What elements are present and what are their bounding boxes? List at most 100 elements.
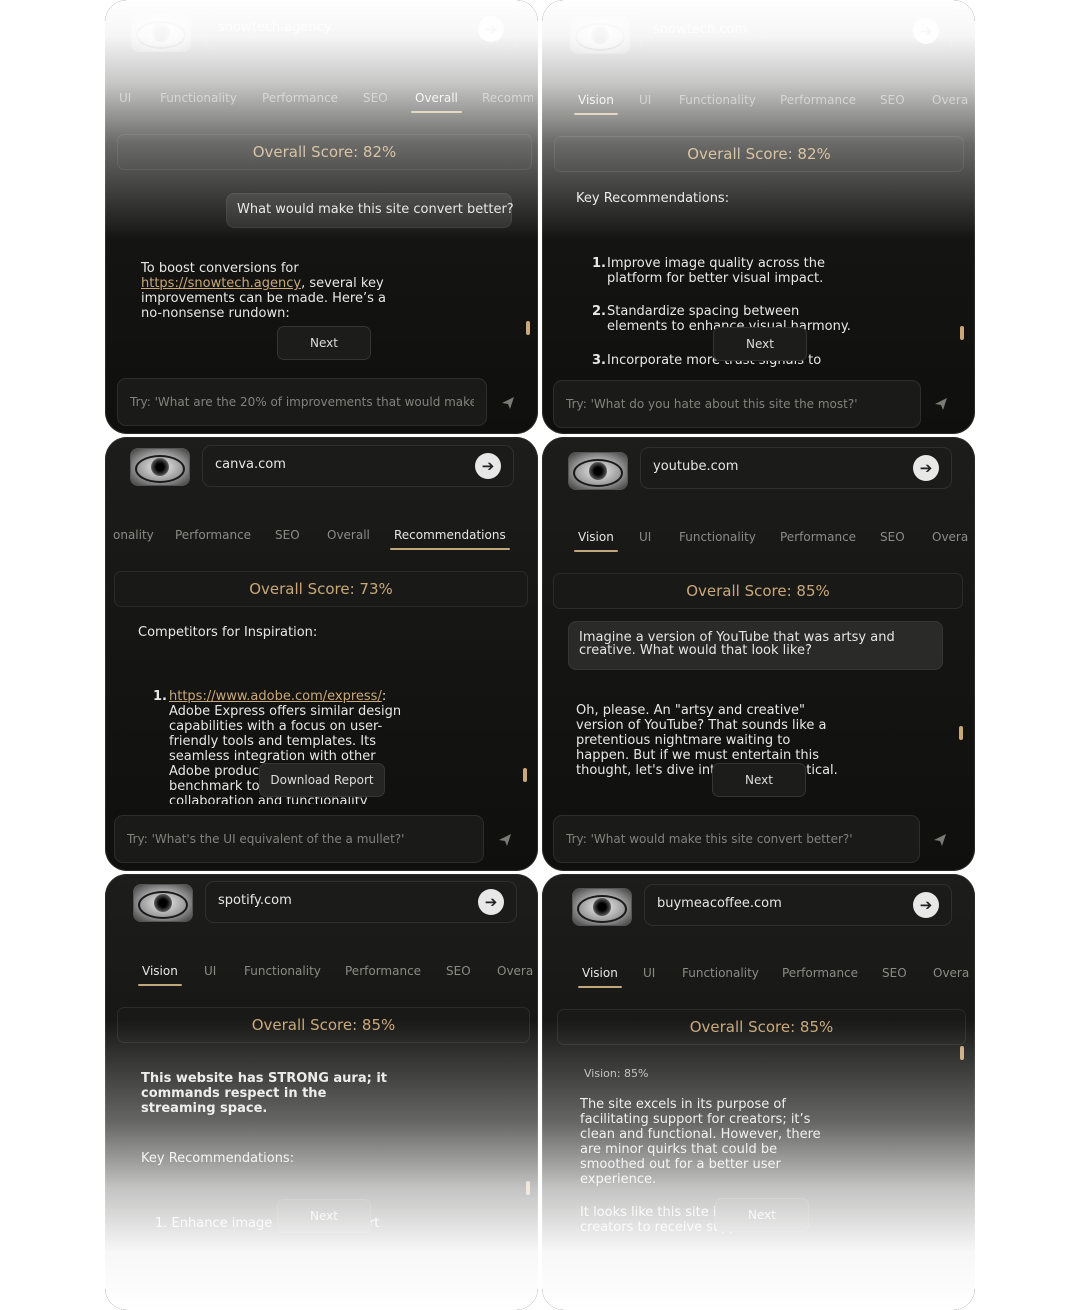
card-spotify: spotify.com ➔ Vision UI Functionality Pe… — [105, 874, 538, 1310]
url-text: canva.com — [215, 457, 286, 472]
url-input[interactable]: snowtech.com ➔ — [640, 10, 952, 52]
recommendation-item: 1. Improve image quality across the plat… — [592, 256, 852, 286]
arrow-right-icon[interactable]: ➔ — [913, 892, 939, 918]
eye-logo-icon — [570, 16, 630, 54]
tab-overall[interactable]: Overa — [932, 530, 968, 544]
tab-overall[interactable]: Overa — [932, 93, 968, 107]
card-canva: canva.com ➔ onality Performance SEO Over… — [105, 437, 538, 871]
item-number: 3. — [592, 353, 606, 368]
tab-overall[interactable]: Overa — [497, 964, 533, 978]
item-text: Improve image quality across the platfor… — [607, 256, 825, 286]
tab-overall[interactable]: Overall — [411, 91, 462, 113]
tab-ui[interactable]: UI — [204, 964, 216, 978]
send-icon[interactable] — [501, 396, 515, 410]
arrow-right-icon[interactable]: ➔ — [913, 18, 939, 44]
user-question-bubble: Imagine a version of YouTube that was ar… — [568, 621, 943, 670]
tab-bar: Vision UI Functionality Performance SEO … — [542, 530, 970, 554]
url-text: spotify.com — [218, 893, 292, 908]
tab-overall[interactable]: Overall — [327, 528, 370, 542]
download-report-button[interactable]: Download Report — [259, 763, 385, 797]
next-button[interactable]: Next — [715, 1198, 809, 1232]
url-input[interactable]: buymeacoffee.com ➔ — [644, 884, 952, 926]
user-question-bubble: What would make this site convert better… — [226, 193, 514, 228]
tab-bar: Vision UI Functionality Performance SEO … — [105, 964, 533, 988]
tab-performance[interactable]: Performance — [780, 530, 856, 544]
arrow-right-icon[interactable]: ➔ — [478, 889, 504, 915]
tab-seo[interactable]: SEO — [882, 966, 907, 980]
tab-functionality[interactable]: Functionality — [244, 964, 321, 978]
tab-seo[interactable]: SEO — [880, 530, 905, 544]
chat-input[interactable]: Try: 'What would make this site convert … — [553, 815, 920, 863]
arrow-right-icon[interactable]: ➔ — [913, 455, 939, 481]
arrow-right-icon[interactable]: ➔ — [475, 453, 501, 479]
chat-input-placeholder: Try: 'What's the UI equivalent of the a … — [127, 832, 405, 846]
overall-score: Overall Score: 85% — [557, 1009, 966, 1045]
tab-vision[interactable]: Vision — [574, 93, 618, 115]
tab-vision[interactable]: Vision — [138, 964, 182, 986]
item-number: 2. — [592, 304, 606, 319]
url-text: snowtech.com — [653, 22, 747, 37]
tab-ui[interactable]: UI — [639, 530, 651, 544]
tab-performance[interactable]: Performance — [780, 93, 856, 107]
tab-performance[interactable]: Performance — [175, 528, 251, 542]
tab-functionality[interactable]: Functionality — [679, 530, 756, 544]
tab-functionality[interactable]: onality — [113, 528, 154, 542]
chat-input[interactable]: Try: 'What are the 20% of improvements t… — [117, 378, 487, 426]
item-number: 1. — [592, 256, 606, 271]
chat-input-placeholder: Try: 'What do you hate about this site t… — [566, 397, 858, 411]
tab-performance[interactable]: Performance — [782, 966, 858, 980]
url-input[interactable]: youtube.com ➔ — [640, 447, 952, 489]
overall-score: Overall Score: 85% — [553, 573, 963, 609]
tab-functionality[interactable]: Functionality — [679, 93, 756, 107]
chat-input[interactable]: Try: 'What's the UI equivalent of the a … — [114, 815, 484, 863]
tab-vision[interactable]: Vision — [574, 530, 618, 552]
competitor-link[interactable]: https://www.adobe.com/express/ — [169, 689, 382, 704]
tab-seo[interactable]: SEO — [880, 93, 905, 107]
tab-vision[interactable]: Vision — [578, 966, 622, 988]
tab-overall[interactable]: Overa — [933, 966, 969, 980]
eye-logo-icon — [133, 884, 193, 922]
tab-performance[interactable]: Performance — [345, 964, 421, 978]
tab-functionality[interactable]: Functionality — [682, 966, 759, 980]
url-input[interactable]: canva.com ➔ — [202, 445, 514, 487]
tab-seo[interactable]: SEO — [275, 528, 300, 542]
url-text: buymeacoffee.com — [657, 896, 782, 911]
tab-ui[interactable]: UI — [639, 93, 651, 107]
card-snowtech-agency: snowtech.agency ➔ UI Functionality Perfo… — [105, 0, 538, 434]
next-button[interactable]: Next — [277, 326, 371, 360]
scrollbar-thumb[interactable] — [526, 321, 530, 335]
send-icon[interactable] — [933, 833, 947, 847]
scrollbar-thumb[interactable] — [523, 768, 527, 782]
overall-score: Overall Score: 82% — [554, 136, 964, 172]
next-button[interactable]: Next — [712, 763, 806, 797]
overall-score: Overall Score: 82% — [117, 134, 532, 170]
scrollbar-thumb[interactable] — [960, 326, 964, 340]
arrow-right-icon[interactable]: ➔ — [478, 16, 504, 42]
send-icon[interactable] — [934, 397, 948, 411]
reply-prefix: To boost conversions for — [141, 261, 299, 276]
card-buymeacoffee: buymeacoffee.com ➔ Vision UI Functionali… — [542, 874, 975, 1310]
tab-recommendations[interactable]: Recomm — [482, 91, 533, 105]
tab-seo[interactable]: SEO — [446, 964, 471, 978]
next-button[interactable]: Next — [713, 327, 807, 361]
reply-link[interactable]: https://snowtech.agency — [141, 276, 301, 291]
next-button[interactable]: Next — [277, 1199, 371, 1233]
url-input[interactable]: snowtech.agency ➔ — [205, 8, 517, 50]
scrollbar-thumb[interactable] — [959, 726, 963, 740]
tab-performance[interactable]: Performance — [262, 91, 338, 105]
tab-ui[interactable]: UI — [643, 966, 655, 980]
chat-input[interactable]: Try: 'What do you hate about this site t… — [553, 380, 921, 428]
url-text: youtube.com — [653, 459, 739, 474]
eye-logo-icon — [572, 888, 632, 926]
tab-bar: Vision UI Functionality Performance SEO … — [542, 93, 970, 117]
tab-functionality[interactable]: Functionality — [160, 91, 237, 105]
send-icon[interactable] — [498, 833, 512, 847]
assistant-reply: To boost conversions for https://snowtec… — [141, 261, 403, 321]
url-input[interactable]: spotify.com ➔ — [205, 881, 517, 923]
scrollbar-thumb[interactable] — [960, 1046, 964, 1060]
tab-recommendations[interactable]: Recommendations — [390, 528, 510, 550]
scrollbar-thumb[interactable] — [526, 1181, 530, 1195]
section-heading: Key Recommendations: — [576, 191, 730, 206]
tab-ui[interactable]: UI — [119, 91, 131, 105]
tab-seo[interactable]: SEO — [363, 91, 388, 105]
